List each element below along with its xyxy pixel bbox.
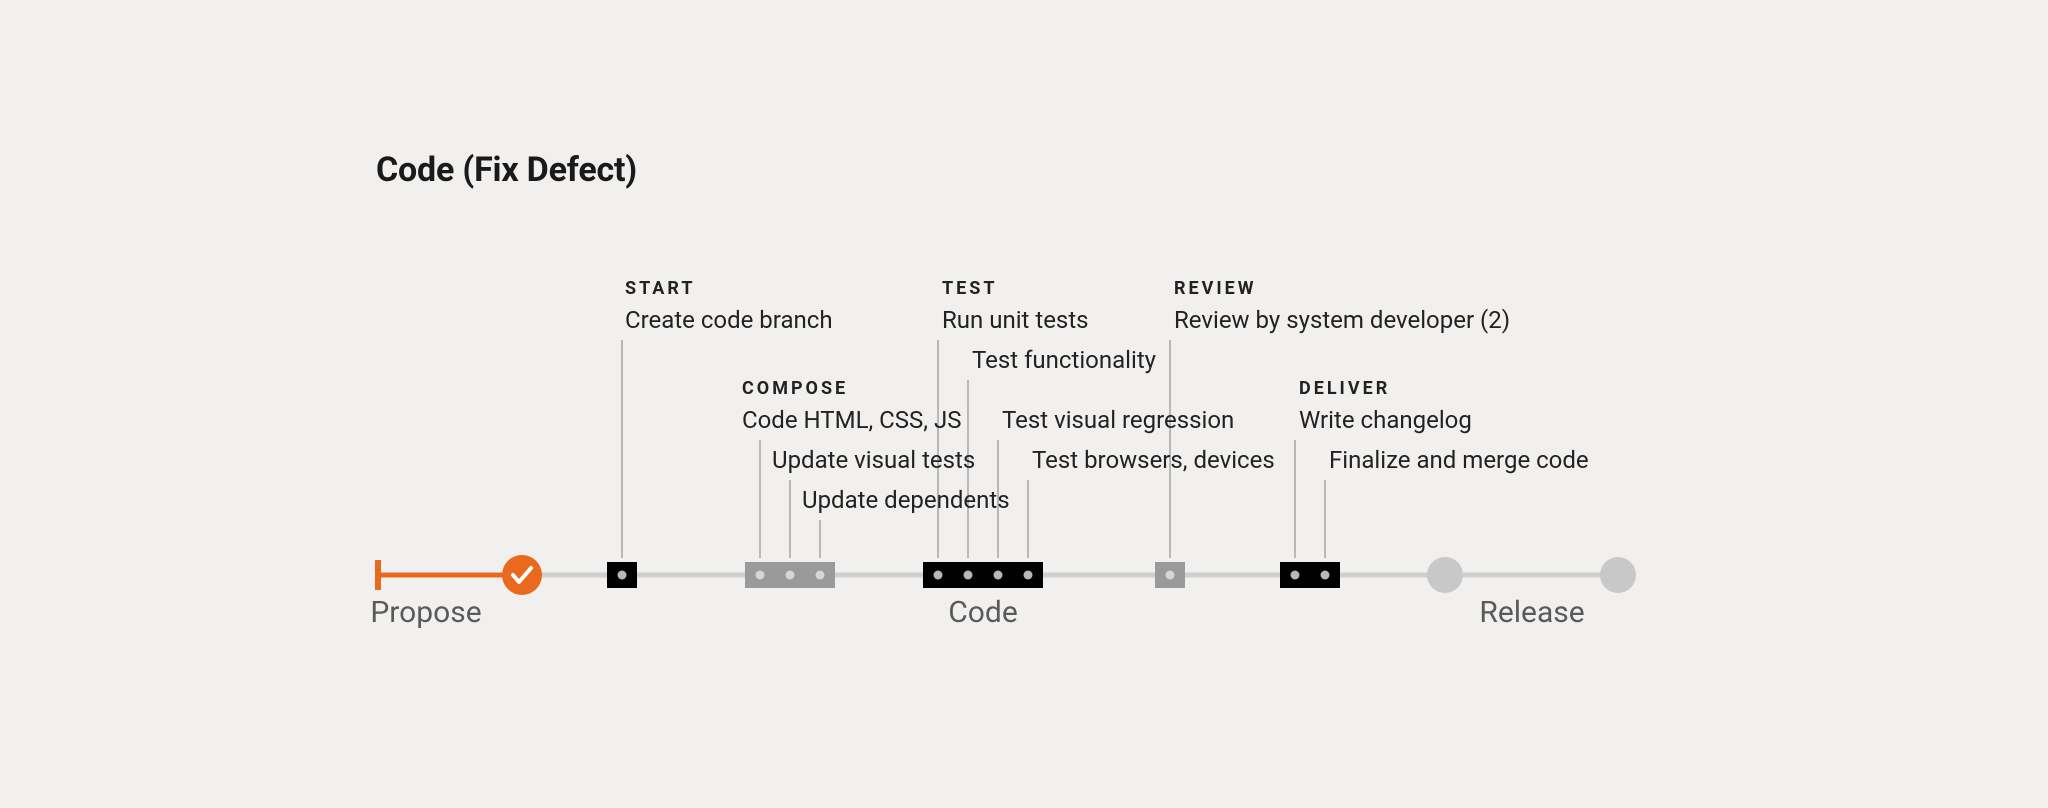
category-test: Test bbox=[942, 278, 998, 299]
category-review: Review bbox=[1174, 278, 1257, 299]
category-deliver: Deliver bbox=[1299, 378, 1390, 399]
category-compose: Compose bbox=[742, 378, 848, 399]
task-code-html-css-js: Code HTML, CSS, JS bbox=[742, 406, 961, 435]
task-create-branch: Create code branch bbox=[625, 306, 833, 335]
task-test-visual-regression: Test visual regression bbox=[1002, 406, 1234, 435]
phase-release: Release bbox=[1479, 595, 1584, 630]
task-review-by-system-developer: Review by system developer (2) bbox=[1174, 306, 1510, 335]
task-finalize-merge: Finalize and merge code bbox=[1329, 446, 1589, 475]
task-test-browsers-devices: Test browsers, devices bbox=[1032, 446, 1275, 475]
task-write-changelog: Write changelog bbox=[1299, 406, 1472, 435]
diagram-root: Code (Fix Defect) bbox=[0, 0, 2048, 808]
phase-code: Code bbox=[948, 595, 1017, 630]
timeline-svg bbox=[0, 0, 2048, 808]
task-test-functionality: Test functionality bbox=[972, 346, 1156, 375]
task-run-unit-tests: Run unit tests bbox=[942, 306, 1089, 335]
task-update-visual-tests: Update visual tests bbox=[772, 446, 975, 475]
category-start: Start bbox=[625, 278, 696, 299]
task-update-dependents: Update dependents bbox=[802, 486, 1010, 515]
phase-propose: Propose bbox=[370, 595, 481, 630]
